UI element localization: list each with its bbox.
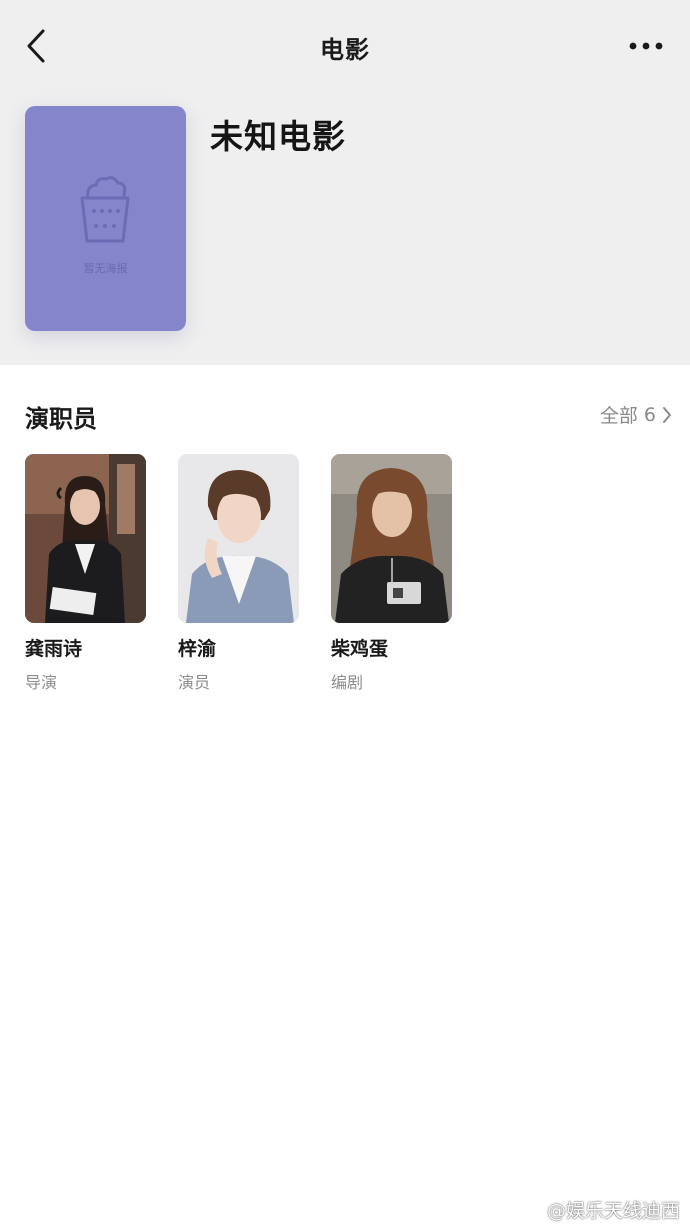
movie-detail-page: 电影 暂无海报 未知电影 演职员 全部 6 龚雨诗 导演 梓渝 演员 柴鸡蛋 编… <box>0 0 690 1228</box>
more-button[interactable] <box>618 24 674 68</box>
popcorn-icon <box>80 176 130 243</box>
see-all-cast-button[interactable]: 全部 6 <box>600 401 672 428</box>
more-horizontal-icon <box>629 42 663 50</box>
cast-card[interactable]: 梓渝 演员 <box>178 454 300 693</box>
chevron-right-icon <box>663 406 671 423</box>
cast-photo <box>25 454 146 623</box>
movie-poster: 暂无海报 <box>25 106 186 331</box>
movie-header: 电影 暂无海报 未知电影 <box>0 0 690 365</box>
cast-name: 龚雨诗 <box>25 638 83 660</box>
movie-title: 未知电影 <box>210 117 346 156</box>
poster-placeholder-text: 暂无海报 <box>83 262 128 275</box>
cast-count: 6 <box>643 403 656 426</box>
cast-card[interactable]: 柴鸡蛋 编剧 <box>331 454 453 693</box>
nav-bar: 电影 <box>0 0 690 92</box>
see-all-label: 全部 <box>599 405 638 427</box>
cast-role: 编剧 <box>331 673 364 692</box>
cast-section-title: 演职员 <box>25 405 97 433</box>
watermark-text: @娱乐天线迪西 <box>546 1200 680 1222</box>
cast-name: 梓渝 <box>178 638 217 660</box>
page-title: 电影 <box>320 36 370 64</box>
cast-photo <box>178 454 299 623</box>
cast-name: 柴鸡蛋 <box>331 638 389 660</box>
cast-role: 导演 <box>25 673 58 692</box>
weibo-logo-icon <box>517 1201 539 1220</box>
cast-photo <box>331 454 452 623</box>
cast-role: 演员 <box>178 673 211 692</box>
cast-card[interactable]: 龚雨诗 导演 <box>25 454 147 693</box>
watermark: @娱乐天线迪西 <box>517 1196 680 1223</box>
